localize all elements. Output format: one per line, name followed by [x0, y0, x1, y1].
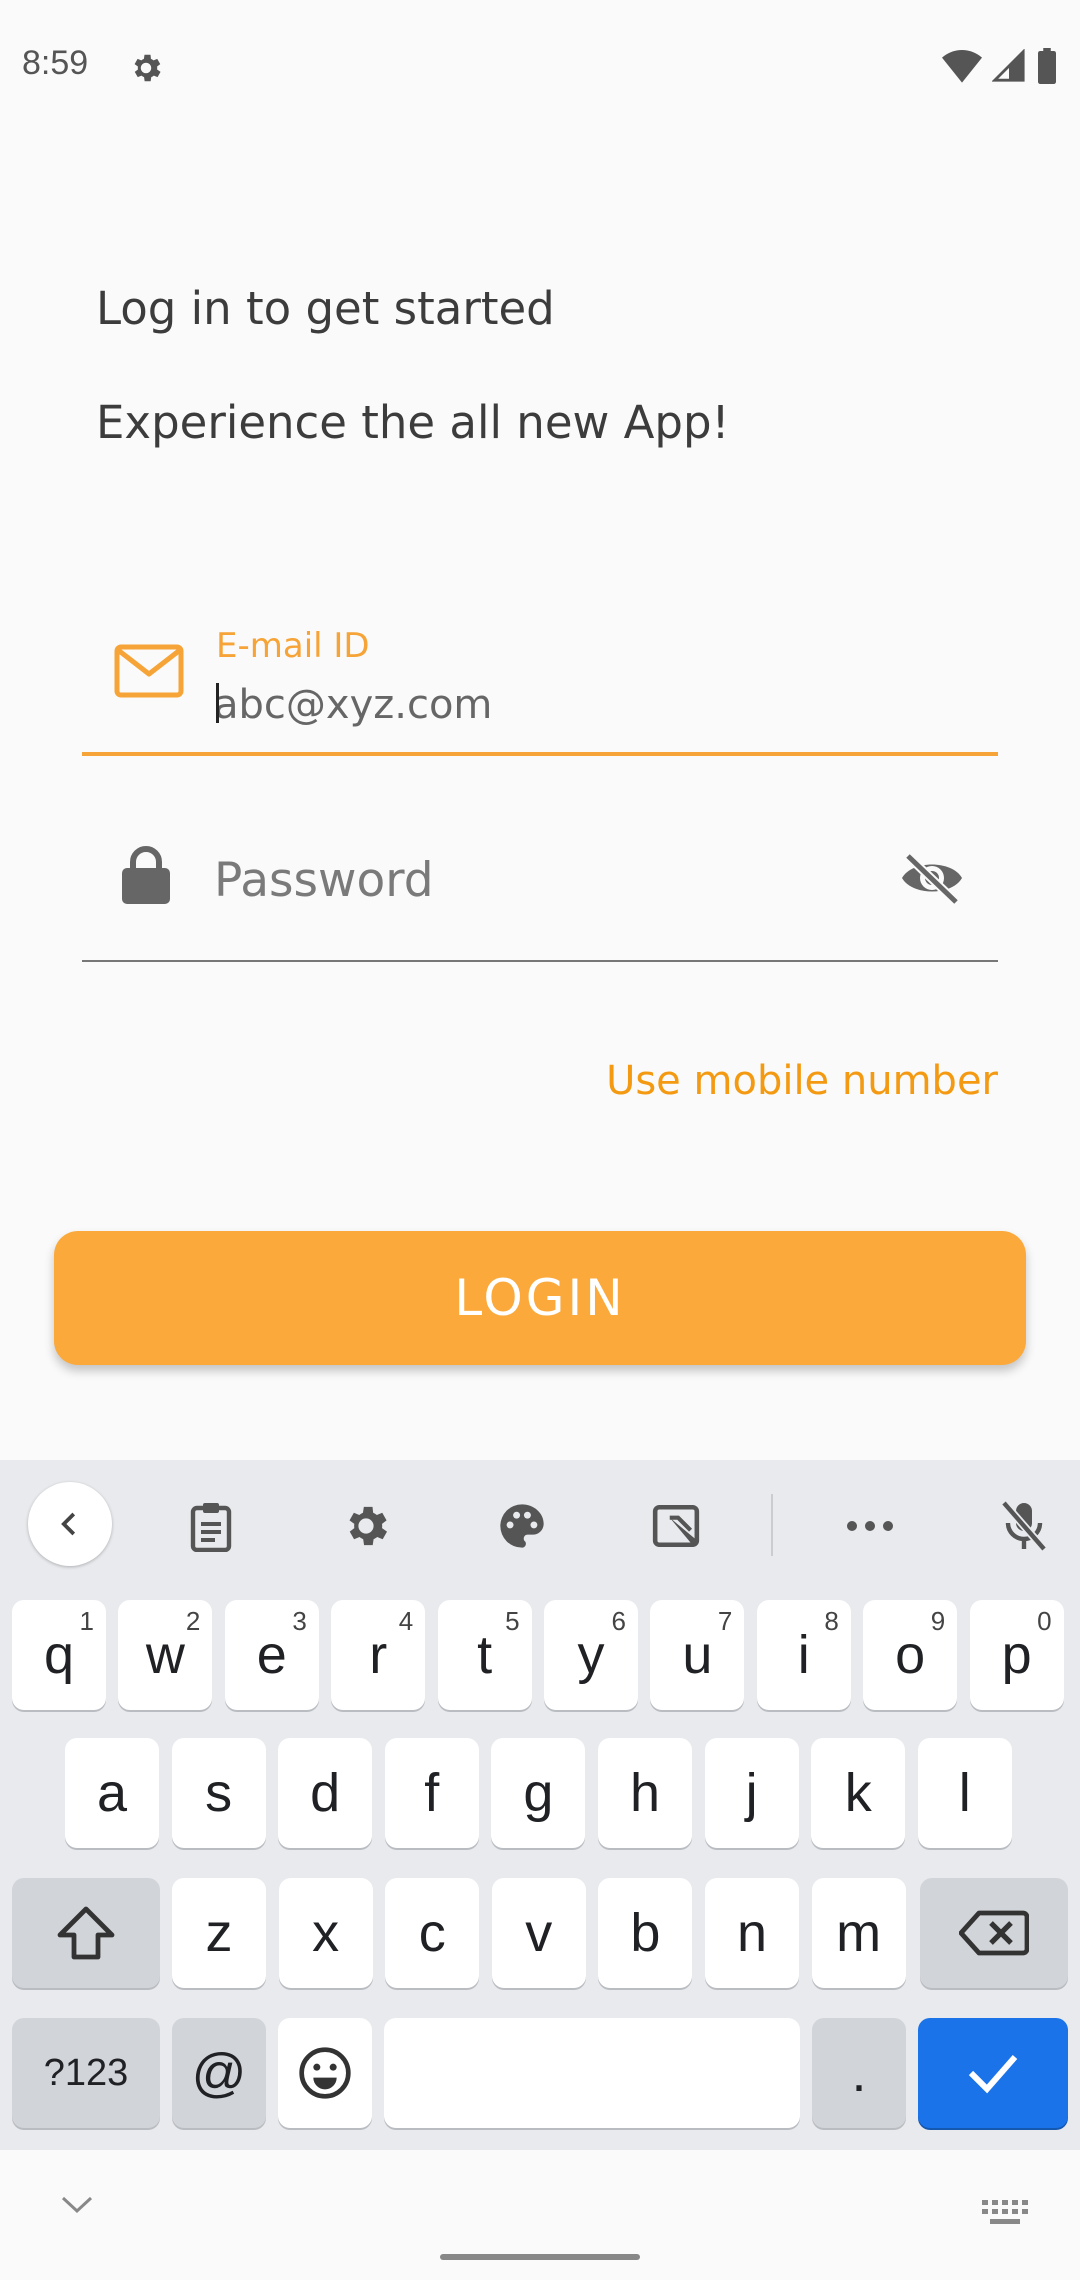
- key-h[interactable]: h: [598, 1738, 692, 1848]
- key-hint: 5: [505, 1606, 520, 1636]
- page-subtitle: Experience the all new App!: [96, 396, 730, 449]
- key-hint: 8: [824, 1606, 839, 1636]
- key-hint: 4: [398, 1606, 414, 1636]
- backspace-key[interactable]: [920, 1878, 1068, 1988]
- key-label: y: [577, 1625, 605, 1685]
- key-g[interactable]: g: [491, 1738, 586, 1848]
- key-a[interactable]: a: [65, 1738, 159, 1848]
- backspace-icon: [959, 1910, 1029, 1956]
- key-o[interactable]: o9: [863, 1600, 958, 1710]
- back-icon[interactable]: [28, 1482, 112, 1566]
- key-label: q: [43, 1625, 75, 1685]
- key-label: p: [1001, 1625, 1032, 1685]
- key-s[interactable]: s: [171, 1738, 266, 1848]
- soft-keyboard: q1w2e3r4t5y6u7i8o9p0 asdfghjkl zxcvbnm ?…: [0, 1460, 1080, 2150]
- clipboard-icon[interactable]: [169, 1484, 253, 1568]
- key-hint: 6: [611, 1606, 626, 1636]
- more-icon[interactable]: [828, 1484, 912, 1568]
- shift-key[interactable]: [12, 1878, 160, 1988]
- email-field-label: E-mail ID: [216, 626, 370, 666]
- key-q[interactable]: q1: [12, 1600, 106, 1710]
- status-time: 8:59: [22, 44, 89, 82]
- space-key[interactable]: [384, 2018, 800, 2128]
- email-field-wrapper: [214, 675, 974, 735]
- key-l[interactable]: l: [917, 1738, 1012, 1848]
- key-i[interactable]: i8: [756, 1600, 851, 1710]
- key-label: t: [477, 1625, 493, 1685]
- key-hint: 9: [930, 1606, 946, 1636]
- email-field-underline: [82, 752, 998, 756]
- key-hint: 3: [292, 1606, 307, 1636]
- email-icon: [114, 644, 184, 698]
- key-label: o: [895, 1625, 926, 1685]
- key-z[interactable]: z: [172, 1878, 266, 1988]
- keyboard-icon[interactable]: [980, 2198, 1030, 2228]
- shift-icon: [57, 1906, 115, 1960]
- wifi-icon: [942, 49, 982, 83]
- status-icons: [942, 48, 1058, 84]
- key-b[interactable]: b: [598, 1878, 693, 1988]
- key-v[interactable]: v: [491, 1878, 586, 1988]
- settings-icon: [128, 50, 164, 86]
- key-m[interactable]: m: [811, 1878, 906, 1988]
- key-d[interactable]: d: [278, 1738, 373, 1848]
- key-f[interactable]: f: [384, 1738, 479, 1848]
- key-label: u: [682, 1625, 713, 1685]
- at-key[interactable]: @: [172, 2018, 266, 2128]
- key-c[interactable]: c: [385, 1878, 480, 1988]
- key-r[interactable]: r4: [331, 1600, 426, 1710]
- enter-key[interactable]: [918, 2018, 1068, 2128]
- mic-off-icon[interactable]: [982, 1484, 1066, 1568]
- battery-icon: [1036, 48, 1058, 84]
- settings-icon[interactable]: [324, 1484, 408, 1568]
- key-e[interactable]: e3: [224, 1600, 319, 1710]
- lock-icon: [120, 844, 172, 906]
- key-label: r: [369, 1625, 388, 1685]
- visibility-off-icon[interactable]: [900, 852, 964, 904]
- key-hint: 2: [185, 1606, 201, 1636]
- key-hint: 7: [717, 1606, 733, 1636]
- key-label: i: [797, 1625, 810, 1685]
- password-field[interactable]: [214, 850, 854, 910]
- key-label: w: [145, 1625, 185, 1685]
- key-k[interactable]: k: [811, 1738, 906, 1848]
- key-label: e: [256, 1625, 287, 1685]
- emoji-key[interactable]: [278, 2018, 372, 2128]
- login-button[interactable]: LOGIN: [54, 1231, 1026, 1365]
- key-x[interactable]: x: [278, 1878, 373, 1988]
- keyboard-toolbar: [0, 1460, 1080, 1590]
- toolbar-divider: [771, 1494, 773, 1556]
- key-t[interactable]: t5: [437, 1600, 532, 1710]
- page-title: Log in to get started: [96, 282, 555, 335]
- period-key[interactable]: .: [812, 2018, 906, 2128]
- home-handle[interactable]: [440, 2254, 640, 2260]
- key-w[interactable]: w2: [118, 1600, 213, 1710]
- password-field-underline: [82, 960, 998, 962]
- symbols-key[interactable]: ?123: [12, 2018, 160, 2128]
- key-j[interactable]: j: [704, 1738, 799, 1848]
- emoji-icon: [299, 2047, 351, 2099]
- text-cursor: [216, 683, 219, 723]
- key-hint: 1: [79, 1606, 94, 1636]
- key-n[interactable]: n: [705, 1878, 799, 1988]
- signal-icon: [992, 49, 1026, 83]
- key-p[interactable]: p0: [969, 1600, 1064, 1710]
- edit-icon[interactable]: [634, 1484, 718, 1568]
- key-u[interactable]: u7: [650, 1600, 745, 1710]
- email-field[interactable]: [214, 675, 974, 735]
- key-hint: 0: [1037, 1606, 1052, 1636]
- use-mobile-number-link[interactable]: Use mobile number: [606, 1058, 998, 1104]
- palette-icon[interactable]: [480, 1484, 564, 1568]
- chevron-down-icon[interactable]: [60, 2195, 94, 2215]
- navigation-bar: [0, 2150, 1080, 2280]
- key-y[interactable]: y6: [544, 1600, 638, 1710]
- check-icon: [968, 2055, 1018, 2094]
